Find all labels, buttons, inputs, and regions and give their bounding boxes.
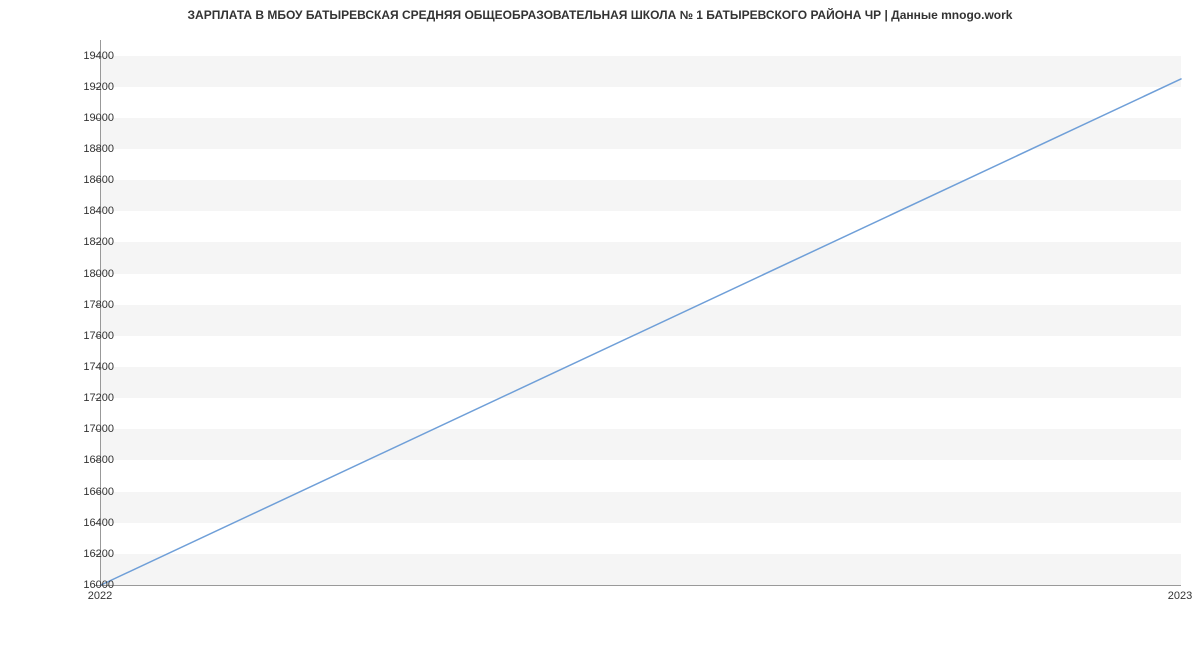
- y-tick-label: 17400: [54, 361, 114, 373]
- y-tick-label: 18600: [54, 174, 114, 186]
- y-tick-label: 18200: [54, 236, 114, 248]
- y-tick-label: 18400: [54, 205, 114, 217]
- y-tick-label: 17600: [54, 330, 114, 342]
- y-tick-label: 16400: [54, 517, 114, 529]
- line-series: [101, 40, 1181, 585]
- x-tick-label: 2023: [1168, 590, 1192, 602]
- y-tick-label: 17800: [54, 299, 114, 311]
- y-tick-label: 18800: [54, 143, 114, 155]
- y-tick-label: 16600: [54, 486, 114, 498]
- y-tick-label: 19000: [54, 112, 114, 124]
- x-tick-label: 2022: [88, 590, 112, 602]
- chart-container: ЗАРПЛАТА В МБОУ БАТЫРЕВСКАЯ СРЕДНЯЯ ОБЩЕ…: [0, 0, 1200, 650]
- y-tick-label: 18000: [54, 268, 114, 280]
- plot-area: [100, 40, 1181, 586]
- y-tick-label: 19200: [54, 81, 114, 93]
- y-tick-label: 19400: [54, 50, 114, 62]
- y-tick-label: 16200: [54, 548, 114, 560]
- y-tick-label: 17200: [54, 392, 114, 404]
- y-tick-label: 17000: [54, 423, 114, 435]
- y-tick-label: 16800: [54, 454, 114, 466]
- chart-title: ЗАРПЛАТА В МБОУ БАТЫРЕВСКАЯ СРЕДНЯЯ ОБЩЕ…: [0, 8, 1200, 22]
